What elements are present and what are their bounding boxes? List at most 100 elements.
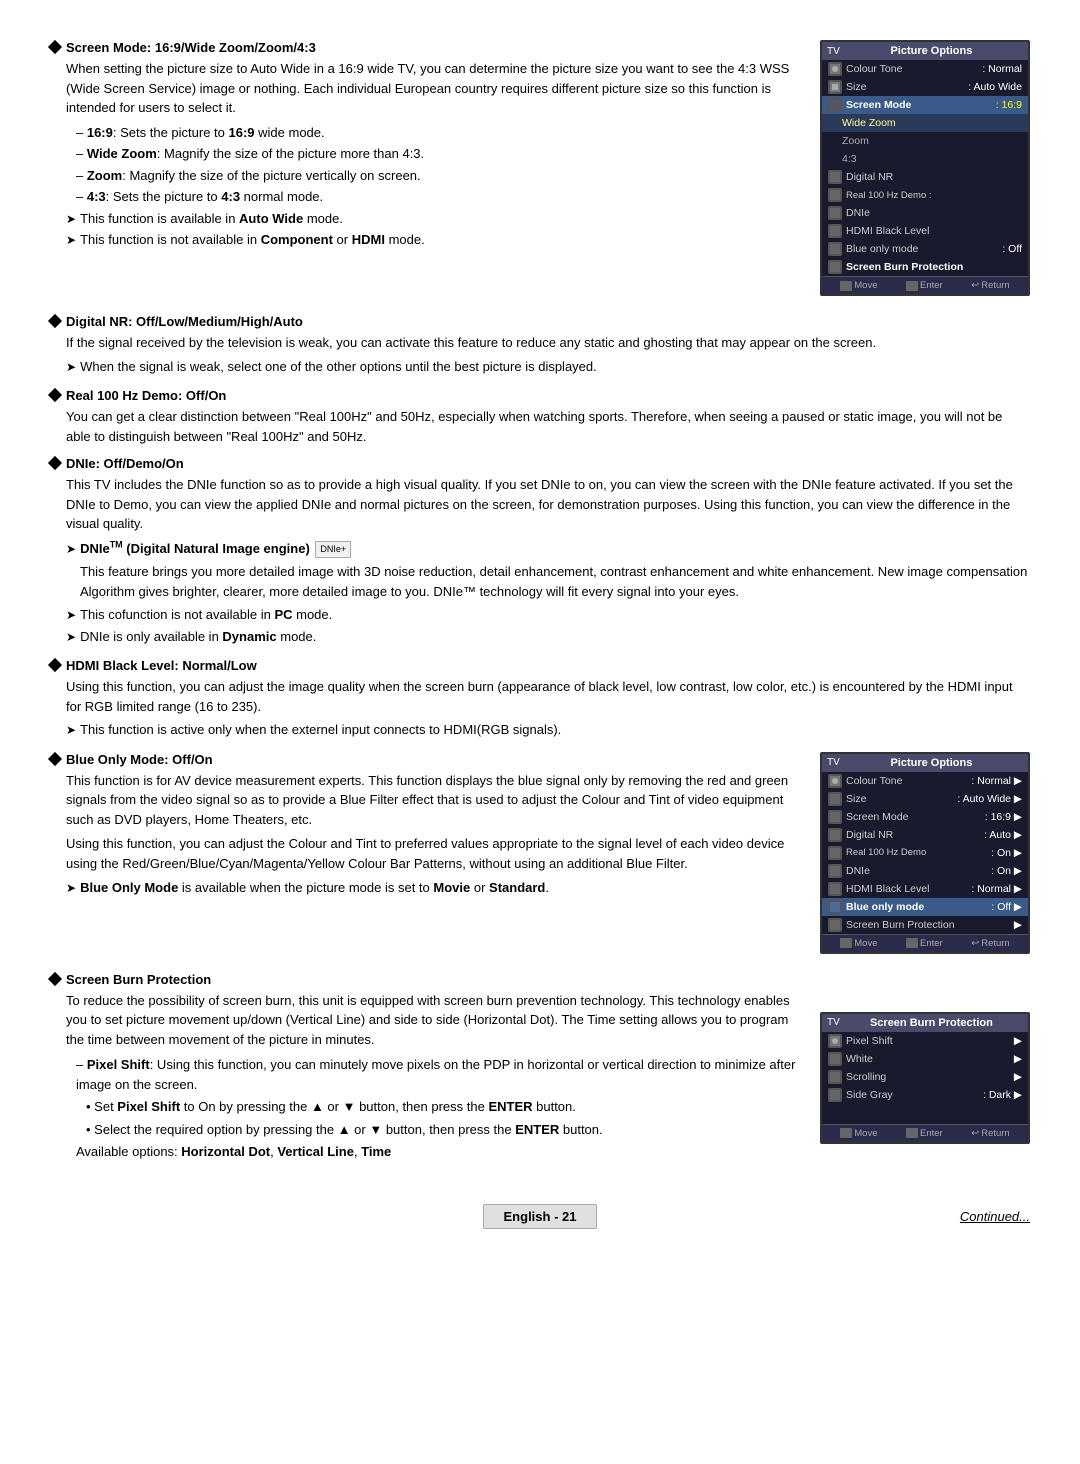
continued-text: Continued... xyxy=(960,1209,1030,1224)
dnie-sub-heading: DNIeTM (Digital Natural Image engine) DN… xyxy=(80,539,351,559)
body-screen-burn: To reduce the possibility of screen burn… xyxy=(50,991,800,1162)
bullet-widezoom: – Wide Zoom: Magnify the size of the pic… xyxy=(76,144,800,164)
heading-real100hz: Real 100 Hz Demo: Off/On xyxy=(50,388,1030,403)
heading-screen-burn: Screen Burn Protection xyxy=(50,972,800,987)
tv-icon-screen xyxy=(828,98,842,112)
tv2-icon-blue xyxy=(828,900,842,914)
tv2-icon-screen xyxy=(828,810,842,824)
bullet-43: – 4:3: Sets the picture to 4:3 normal mo… xyxy=(76,187,800,207)
tv-icon-real xyxy=(828,188,842,202)
tv2-icon-dnr xyxy=(828,828,842,842)
tv-footer-enter-1: Enter xyxy=(906,280,943,291)
section-hdmi-black: HDMI Black Level: Normal/Low Using this … xyxy=(50,658,1030,742)
tv3-icon-pixel xyxy=(828,1034,842,1048)
tv2-blueonly: Blue only mode : Off ▶ xyxy=(822,898,1028,916)
tv2-real100: Real 100 Hz Demo : On ▶ xyxy=(822,844,1028,862)
tv-item-hdmiblack: HDMI Black Level xyxy=(822,222,1028,240)
tv-footer-enter-2: Enter xyxy=(906,938,943,949)
tv-panel-1: TV Picture Options Colour Tone : Normal … xyxy=(820,40,1030,304)
arrow-icon-3: ➤ xyxy=(66,358,76,376)
heading-hdmi-black: HDMI Black Level: Normal/Low xyxy=(50,658,1030,673)
page-content: Screen Mode: 16:9/Wide Zoom/Zoom/4:3 Whe… xyxy=(50,40,1030,1229)
tv3-pixelshift: Pixel Shift ▶ xyxy=(822,1032,1028,1050)
arrow-icon-5: ➤ xyxy=(66,606,76,624)
section-screen-burn: Screen Burn Protection To reduce the pos… xyxy=(50,972,1030,1164)
tv2-icon-real xyxy=(828,846,842,860)
heading-screen-mode: Screen Mode: 16:9/Wide Zoom/Zoom/4:3 xyxy=(50,40,800,55)
tv-label-2: TV xyxy=(827,757,840,768)
arrow-icon-7: ➤ xyxy=(66,721,76,739)
tv2-screenburn: Screen Burn Protection ▶ xyxy=(822,916,1028,934)
tv-footer-move-1: Move xyxy=(840,280,877,291)
bullet-169: – 16:9: Sets the picture to 16:9 wide mo… xyxy=(76,123,800,143)
diamond-icon-7 xyxy=(48,972,62,986)
tv-icon-blue1 xyxy=(828,242,842,256)
tv-footer-1: Move Enter ↩ Return xyxy=(822,276,1028,294)
body-screen-mode: When setting the picture size to Auto Wi… xyxy=(50,59,800,250)
arrow-blueonly: ➤ Blue Only Mode is available when the p… xyxy=(66,878,800,898)
diamond-icon-3 xyxy=(48,388,62,402)
tv-icon-pic xyxy=(828,62,842,76)
tv-box-2: TV Picture Options Colour Tone : Normal … xyxy=(820,752,1030,954)
tv2-icon-pic xyxy=(828,774,842,788)
english-badge: English - 21 xyxy=(483,1204,598,1229)
arrow-icon-8: ➤ xyxy=(66,879,76,897)
section-real100hz: Real 100 Hz Demo: Off/On You can get a c… xyxy=(50,388,1030,446)
body-real100hz: You can get a clear distinction between … xyxy=(50,407,1030,446)
tv3-icon-scroll xyxy=(828,1070,842,1084)
tv-item-digitalnr: Digital NR xyxy=(822,168,1028,186)
tv-label-1: TV xyxy=(827,46,840,57)
tv-icon-burn1 xyxy=(828,260,842,274)
section-screen-mode: Screen Mode: 16:9/Wide Zoom/Zoom/4:3 Whe… xyxy=(50,40,1030,304)
tv-title-bar-2: TV Picture Options xyxy=(822,754,1028,772)
tv3-scrolling: Scrolling ▶ xyxy=(822,1068,1028,1086)
tv-footer-return-2: ↩ Return xyxy=(971,938,1009,949)
enter-icon-3 xyxy=(906,1128,918,1138)
tv-icon-size xyxy=(828,80,842,94)
section-screen-mode-text: Screen Mode: 16:9/Wide Zoom/Zoom/4:3 Whe… xyxy=(50,40,800,252)
diamond-icon-2 xyxy=(48,314,62,328)
tv2-icon-hdmi xyxy=(828,882,842,896)
arrow-icon-4: ➤ xyxy=(66,540,76,558)
tv3-white: White ▶ xyxy=(822,1050,1028,1068)
tv-item-widezoom: Wide Zoom xyxy=(822,114,1028,132)
body-digital-nr: If the signal received by the television… xyxy=(50,333,1030,376)
tv-item-dnie: DNIe xyxy=(822,204,1028,222)
footer-spacer-right: Continued... xyxy=(597,1209,1030,1224)
tv-options-title-3: Screen Burn Protection xyxy=(870,1017,993,1029)
tv2-icon-burn xyxy=(828,918,842,932)
bullet-zoom: – Zoom: Magnify the size of the picture … xyxy=(76,166,800,186)
bullet-available-options: Available options: Horizontal Dot, Verti… xyxy=(76,1142,800,1162)
move-icon-1 xyxy=(840,281,852,291)
section-blue-only: Blue Only Mode: Off/On This function is … xyxy=(50,752,1030,962)
tv-title-bar-3: TV Screen Burn Protection xyxy=(822,1014,1028,1032)
body-dnie: This TV includes the DNIe function so as… xyxy=(50,475,1030,646)
tv-icon-hdmi xyxy=(828,224,842,238)
tv-footer-enter-3: Enter xyxy=(906,1128,943,1139)
tv-icon-dnie xyxy=(828,206,842,220)
tv-options-title-2: Picture Options xyxy=(890,757,972,769)
arrow-dnie-dynamic: ➤ DNIe is only available in Dynamic mode… xyxy=(66,627,1030,647)
arrow-hdmi: ➤ This function is active only when the … xyxy=(66,720,1030,740)
tv-item-43: 4:3 xyxy=(822,150,1028,168)
heading-dnie: DNIe: Off/Demo/On xyxy=(50,456,1030,471)
tv2-screenmode: Screen Mode : 16:9 ▶ xyxy=(822,808,1028,826)
tv-options-title-1: Picture Options xyxy=(890,45,972,57)
tv2-size: Size : Auto Wide ▶ xyxy=(822,790,1028,808)
diamond-icon-4 xyxy=(48,456,62,470)
dnie-badge: DNIe+ xyxy=(315,541,351,559)
tv-item-blueonly1: Blue only mode : Off xyxy=(822,240,1028,258)
tv2-dnie: DNIe : On ▶ xyxy=(822,862,1028,880)
tv2-hdmiblack: HDMI Black Level : Normal ▶ xyxy=(822,880,1028,898)
tv3-sidegray: Side Gray : Dark ▶ xyxy=(822,1086,1028,1104)
tv-item-real100: Real 100 Hz Demo : xyxy=(822,186,1028,204)
page-footer: English - 21 Continued... xyxy=(50,1194,1030,1229)
heading-blue-only: Blue Only Mode: Off/On xyxy=(50,752,800,767)
tv3-spacer xyxy=(822,1104,1028,1124)
arrow-nr: ➤ When the signal is weak, select one of… xyxy=(66,357,1030,377)
heading-digital-nr: Digital NR: Off/Low/Medium/High/Auto xyxy=(50,314,1030,329)
tv-box-1: TV Picture Options Colour Tone : Normal … xyxy=(820,40,1030,296)
enter-icon-1 xyxy=(906,281,918,291)
section-dnie: DNIe: Off/Demo/On This TV includes the D… xyxy=(50,456,1030,648)
tv-item-screenmode: Screen Mode : 16:9 xyxy=(822,96,1028,114)
